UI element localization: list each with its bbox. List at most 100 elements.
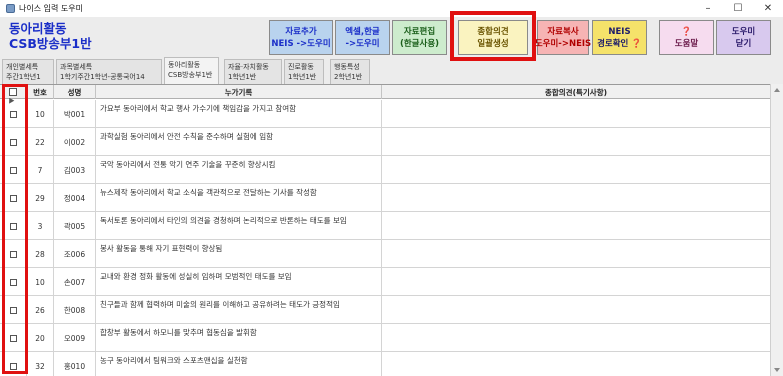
tab-bar: 개인별세특 주간1학년1 과목별세특 1학기주간1학년-공통국어14 동아리활동…: [0, 57, 783, 84]
student-name: 정004: [54, 184, 96, 212]
opinion-cell[interactable]: [382, 212, 770, 240]
app-icon: [6, 4, 15, 13]
table-row[interactable]: 10 손007 교내와 환경 정화 활동에 성실히 임하며 모범적인 태도를 보…: [0, 268, 770, 296]
button-label: NEIS: [608, 26, 631, 37]
record-cell[interactable]: 교내와 환경 정화 활동에 성실히 임하며 모범적인 태도를 보임: [96, 268, 382, 296]
tab-personal-notes[interactable]: 개인별세특 주간1학년1: [2, 59, 54, 84]
record-cell[interactable]: 가요부 동아리에서 학교 행사 가수기에 책임감을 가지고 참여함: [96, 100, 382, 128]
tab-subject-notes[interactable]: 과목별세특 1학기주간1학년-공통국어14: [56, 59, 162, 84]
button-label: NEIS ->도우미: [271, 38, 331, 49]
student-number: 28: [27, 240, 54, 268]
student-number: 3: [27, 212, 54, 240]
student-name: 이002: [54, 128, 96, 156]
page-title-line2: CSB방송부1반: [9, 36, 92, 51]
record-cell[interactable]: 국악 동아리에서 전통 악기 연주 기술을 꾸준히 향상시킴: [96, 156, 382, 184]
header: 동아리활동 CSB방송부1반 자료추가 NEIS ->도우미 엑셀,한글 ->도…: [0, 17, 783, 57]
maximize-button[interactable]: ☐: [723, 0, 753, 17]
tab-club-activity[interactable]: 동아리활동 CSB방송부1반: [164, 57, 219, 84]
record-cell[interactable]: 뉴스제작 동아리에서 학교 소식을 객관적으로 전달하는 기사를 작성함: [96, 184, 382, 212]
student-number: 10: [27, 100, 54, 128]
help-icon: ❓: [681, 26, 692, 37]
table-row[interactable]: 3 곽005 독서토론 동아리에서 타인의 의견을 경청하며 논리적으로 반론하…: [0, 212, 770, 240]
tab-sublabel: 1학년1반: [288, 73, 317, 81]
tab-label: 동아리활동: [168, 61, 201, 69]
button-label: ->도우미: [345, 38, 380, 49]
tab-career-activity[interactable]: 진로활동 1학년1반: [284, 59, 324, 84]
close-button[interactable]: ✕: [753, 0, 783, 17]
button-label: 도우미->NEIS: [534, 38, 592, 49]
column-header-record[interactable]: 누가기록: [96, 85, 382, 99]
tab-behavior-traits[interactable]: 행동특성 2학년1반: [330, 59, 370, 84]
student-name: 손007: [54, 268, 96, 296]
column-header-number[interactable]: 번호: [27, 85, 54, 99]
help-button[interactable]: ❓ 도움말: [659, 20, 714, 55]
table-row[interactable]: 28 조006 봉사 활동을 통해 자기 표현력이 향상됨: [0, 240, 770, 268]
opinion-cell[interactable]: [382, 268, 770, 296]
column-header-name[interactable]: 성명: [54, 85, 96, 99]
table-row[interactable]: 32 홍010 농구 동아리에서 팀워크와 스포츠맨십을 실천함: [0, 352, 770, 376]
page-title-line1: 동아리활동: [9, 21, 67, 36]
neis-path-check-button[interactable]: NEIS 경로확인 ❓: [592, 20, 647, 55]
tab-sublabel: 주간1학년1: [6, 73, 41, 81]
column-header-opinion[interactable]: 종합의견(특기사항): [382, 85, 770, 99]
close-helper-button[interactable]: 도우미 닫기: [716, 20, 771, 55]
opinion-cell[interactable]: [382, 100, 770, 128]
record-cell[interactable]: 친구들과 함께 협력하며 미술의 원리를 이해하고 공유하려는 태도가 긍정적임: [96, 296, 382, 324]
opinion-cell[interactable]: [382, 296, 770, 324]
button-label: 도움말: [674, 38, 699, 49]
scroll-up-arrow-icon[interactable]: [774, 88, 780, 92]
add-from-neis-button[interactable]: 자료추가 NEIS ->도우미: [269, 20, 333, 55]
scroll-down-arrow-icon[interactable]: [774, 368, 780, 372]
opinion-cell[interactable]: [382, 240, 770, 268]
tab-sublabel: 1학기주간1학년-공통국어14: [60, 73, 145, 81]
table-row[interactable]: 7 김003 국악 동아리에서 전통 악기 연주 기술을 꾸준히 향상시킴: [0, 156, 770, 184]
table-row[interactable]: 20 오009 합창부 활동에서 하모니를 맞추며 협동심을 발휘함: [0, 324, 770, 352]
tab-label: 과목별세특: [60, 63, 93, 71]
student-name: 오009: [54, 324, 96, 352]
student-number: 22: [27, 128, 54, 156]
student-name: 김003: [54, 156, 96, 184]
tab-label: 자율·자치활동: [228, 63, 269, 71]
button-label: 닫기: [735, 38, 752, 49]
table-row[interactable]: 29 정004 뉴스제작 동아리에서 학교 소식을 객관적으로 전달하는 기사를…: [0, 184, 770, 212]
button-label: 엑셀,한글: [345, 26, 380, 37]
opinion-cell[interactable]: [382, 352, 770, 376]
tab-label: 개인별세특: [6, 63, 39, 71]
table-header: 번호 성명 누가기록 종합의견(특기사항): [0, 85, 770, 99]
edit-data-button[interactable]: 자료편집 (한글사용): [392, 20, 447, 55]
tab-sublabel: 2학년1반: [334, 73, 363, 81]
student-name: 조006: [54, 240, 96, 268]
window-controls: – ☐ ✕: [693, 0, 783, 17]
table-row[interactable]: 26 한008 친구들과 함께 협력하며 미술의 원리를 이해하고 공유하려는 …: [0, 296, 770, 324]
record-cell[interactable]: 봉사 활동을 통해 자기 표현력이 향상됨: [96, 240, 382, 268]
student-name: 곽005: [54, 212, 96, 240]
button-label: 자료편집: [403, 26, 436, 37]
student-table: 번호 성명 누가기록 종합의견(특기사항) 10 박001 가요부 동아리에서 …: [0, 84, 770, 376]
tab-autonomous-activity[interactable]: 자율·자치활동 1학년1반: [224, 59, 282, 84]
table-row[interactable]: 22 이002 과학실험 동아리에서 안전 수칙을 준수하며 실험에 임함: [0, 128, 770, 156]
minimize-button[interactable]: –: [693, 0, 723, 17]
record-cell[interactable]: 합창부 활동에서 하모니를 맞추며 협동심을 발휘함: [96, 324, 382, 352]
button-label: 도우미: [731, 26, 756, 37]
window-title: 나이스 입력 도우미: [19, 4, 83, 13]
tab-label: 진로활동: [288, 63, 314, 71]
generate-button-highlight: [450, 11, 536, 61]
record-cell[interactable]: 독서토론 동아리에서 타인의 의견을 경청하며 논리적으로 반론하는 태도를 보…: [96, 212, 382, 240]
record-cell[interactable]: 과학실험 동아리에서 안전 수칙을 준수하며 실험에 임함: [96, 128, 382, 156]
record-cell[interactable]: 농구 동아리에서 팀워크와 스포츠맨십을 실천함: [96, 352, 382, 376]
vertical-scrollbar[interactable]: [770, 84, 783, 376]
button-label: 경로확인 ❓: [597, 38, 642, 49]
opinion-cell[interactable]: [382, 324, 770, 352]
student-number: 32: [27, 352, 54, 376]
opinion-cell[interactable]: [382, 156, 770, 184]
student-name: 홍010: [54, 352, 96, 376]
table-row[interactable]: 10 박001 가요부 동아리에서 학교 행사 가수기에 책임감을 가지고 참여…: [0, 100, 770, 128]
tab-sublabel: 1학년1반: [228, 73, 257, 81]
import-excel-hangul-button[interactable]: 엑셀,한글 ->도우미: [335, 20, 390, 55]
opinion-cell[interactable]: [382, 184, 770, 212]
copy-to-neis-button[interactable]: 자료복사 도우미->NEIS: [534, 20, 592, 55]
button-label: (한글사용): [399, 38, 440, 49]
button-label: 자료복사: [547, 26, 579, 37]
opinion-cell[interactable]: [382, 128, 770, 156]
student-name: 한008: [54, 296, 96, 324]
